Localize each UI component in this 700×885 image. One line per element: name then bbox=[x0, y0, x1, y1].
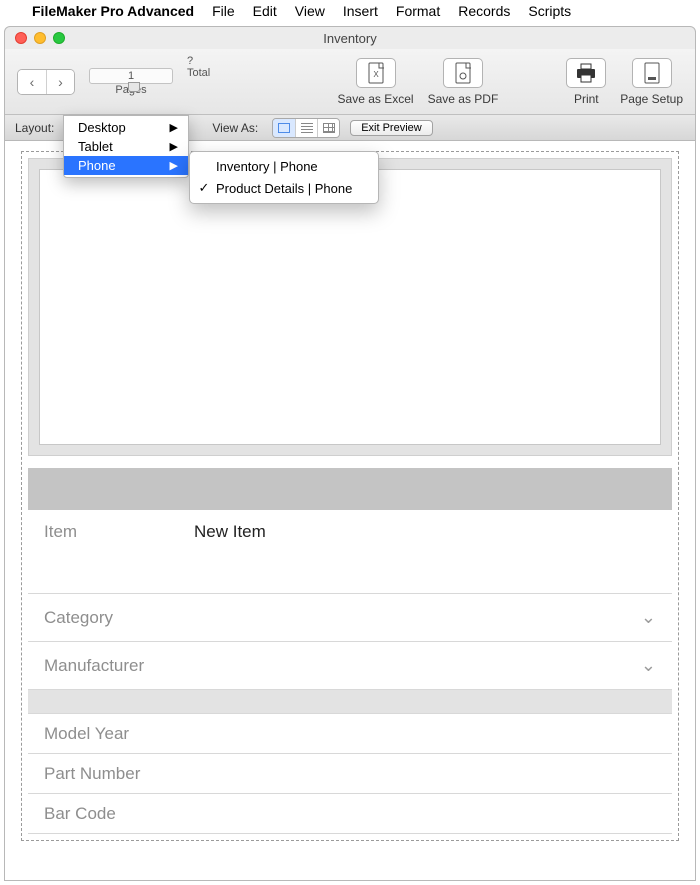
save-as-pdf-label: Save as PDF bbox=[428, 92, 499, 106]
titlebar: Inventory bbox=[5, 27, 695, 49]
field-manufacturer[interactable]: Manufacturer ⌄ bbox=[28, 642, 672, 690]
menubar-records[interactable]: Records bbox=[458, 3, 510, 19]
view-as-label: View As: bbox=[212, 121, 258, 135]
view-as-segmented bbox=[272, 118, 340, 138]
page-nav: ‹ › bbox=[17, 69, 75, 95]
view-as-table-button[interactable] bbox=[317, 119, 339, 137]
field-label: Bar Code bbox=[44, 804, 194, 824]
print-label: Print bbox=[574, 92, 599, 106]
layout-menu-item-label: Tablet bbox=[78, 139, 113, 154]
page-slider[interactable]: 1 bbox=[89, 68, 173, 84]
menubar-format[interactable]: Format bbox=[396, 3, 440, 19]
chevron-down-icon: ⌄ bbox=[641, 655, 656, 676]
layout-menu-desktop[interactable]: Desktop ▶ bbox=[64, 118, 188, 137]
page-setup-label: Page Setup bbox=[620, 92, 683, 106]
image-placeholder[interactable] bbox=[39, 169, 661, 445]
field-category[interactable]: Category ⌄ bbox=[28, 594, 672, 642]
total-count: ? bbox=[187, 55, 210, 67]
layout-menu-item-label: Desktop bbox=[78, 120, 126, 135]
page-setup-button[interactable]: Page Setup bbox=[620, 58, 683, 106]
page-setup-icon bbox=[643, 62, 661, 84]
submenu-arrow-icon: ▶ bbox=[170, 140, 178, 153]
printer-icon bbox=[575, 63, 597, 83]
field-label: Model Year bbox=[44, 724, 194, 744]
view-as-form-button[interactable] bbox=[273, 119, 295, 137]
header-band bbox=[28, 468, 672, 510]
field-label: Category bbox=[44, 608, 194, 628]
layout-canvas: Item New Item Category ⌄ Manufacturer ⌄ … bbox=[5, 141, 695, 880]
slider-knob-icon[interactable] bbox=[128, 82, 140, 92]
submenu-product-details-phone[interactable]: ✓ Product Details | Phone bbox=[190, 177, 378, 199]
save-as-pdf-button[interactable]: Save as PDF bbox=[428, 58, 499, 106]
check-icon: ✓ bbox=[198, 180, 210, 196]
field-label: Manufacturer bbox=[44, 656, 194, 676]
chevron-down-icon: ⌄ bbox=[641, 607, 656, 628]
menubar-app-name[interactable]: FileMaker Pro Advanced bbox=[32, 3, 194, 19]
submenu-inventory-phone[interactable]: Inventory | Phone bbox=[190, 156, 378, 177]
page-next-button[interactable]: › bbox=[46, 70, 74, 94]
app-window: Inventory ‹ › 1 Pages ? Total X Save as bbox=[4, 26, 696, 881]
field-value: New Item bbox=[194, 522, 266, 542]
form-view-icon bbox=[278, 123, 290, 133]
field-label: Item bbox=[44, 522, 194, 542]
section-divider bbox=[28, 690, 672, 714]
submenu-arrow-icon: ▶ bbox=[170, 121, 178, 134]
menubar-scripts[interactable]: Scripts bbox=[528, 3, 571, 19]
layout-bar: Layout: View As: Exit Preview Desktop ▶ … bbox=[5, 115, 695, 141]
table-view-icon bbox=[323, 123, 335, 133]
print-button[interactable]: Print bbox=[566, 58, 606, 106]
field-part-number[interactable]: Part Number bbox=[28, 754, 672, 794]
menubar-file[interactable]: File bbox=[212, 3, 235, 19]
menubar-view[interactable]: View bbox=[295, 3, 325, 19]
save-as-excel-button[interactable]: X Save as Excel bbox=[338, 58, 414, 106]
toolbar: ‹ › 1 Pages ? Total X Save as Excel bbox=[5, 49, 695, 115]
field-model-year[interactable]: Model Year bbox=[28, 714, 672, 754]
layout-menu-item-label: Phone bbox=[78, 158, 116, 173]
layout-submenu: Inventory | Phone ✓ Product Details | Ph… bbox=[189, 151, 379, 204]
submenu-item-label: Product Details | Phone bbox=[216, 181, 352, 196]
field-bar-code[interactable]: Bar Code bbox=[28, 794, 672, 834]
layout-menu-tablet[interactable]: Tablet ▶ bbox=[64, 137, 188, 156]
submenu-item-label: Inventory | Phone bbox=[216, 159, 318, 174]
layout-menu-phone[interactable]: Phone ▶ bbox=[64, 156, 188, 175]
field-label: Part Number bbox=[44, 764, 194, 784]
view-as-list-button[interactable] bbox=[295, 119, 317, 137]
page-prev-button[interactable]: ‹ bbox=[18, 70, 46, 94]
layout-label: Layout: bbox=[15, 121, 54, 135]
layout-dropdown: Desktop ▶ Tablet ▶ Phone ▶ bbox=[63, 115, 189, 178]
svg-text:X: X bbox=[373, 70, 379, 79]
pdf-icon bbox=[453, 62, 473, 84]
page-indicator: 1 Pages bbox=[89, 68, 173, 96]
menubar-edit[interactable]: Edit bbox=[253, 3, 277, 19]
exit-preview-button[interactable]: Exit Preview bbox=[350, 120, 433, 136]
total-label: Total bbox=[187, 67, 210, 79]
save-as-excel-label: Save as Excel bbox=[338, 92, 414, 106]
page-number: 1 bbox=[128, 70, 134, 82]
window-title: Inventory bbox=[5, 31, 695, 46]
list-view-icon bbox=[301, 123, 313, 133]
field-item[interactable]: Item New Item bbox=[28, 510, 672, 594]
excel-icon: X bbox=[366, 62, 386, 84]
submenu-arrow-icon: ▶ bbox=[170, 159, 178, 172]
form-fields: Item New Item Category ⌄ Manufacturer ⌄ … bbox=[28, 510, 672, 834]
page-outline: Item New Item Category ⌄ Manufacturer ⌄ … bbox=[21, 151, 679, 841]
record-total: ? Total bbox=[187, 49, 210, 79]
menubar-insert[interactable]: Insert bbox=[343, 3, 378, 19]
mac-menubar: FileMaker Pro Advanced File Edit View In… bbox=[0, 0, 700, 22]
